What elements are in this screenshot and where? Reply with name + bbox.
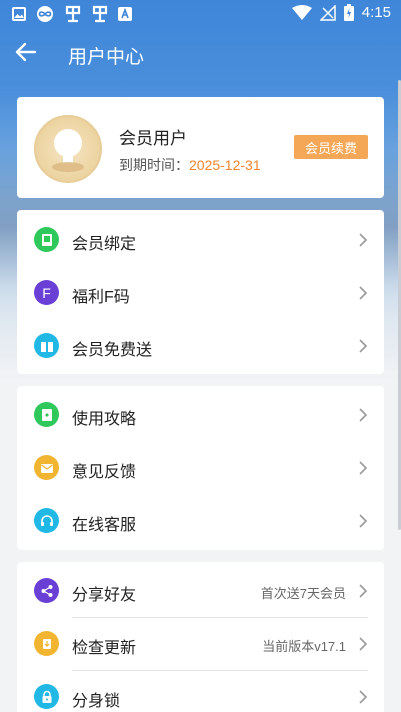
expire-date: 2025-12-31: [189, 157, 261, 173]
menu-item-guide[interactable]: 使用攻略: [17, 388, 384, 441]
chevron-right-icon: [359, 637, 368, 651]
menu-item-fcode[interactable]: F 福利F码: [17, 266, 384, 319]
menu-item-feedback[interactable]: 意见反馈: [17, 441, 384, 494]
menu-group-membership: 会员绑定 F 福利F码 会员免费送: [17, 210, 384, 374]
infinity-icon: [37, 6, 53, 22]
lock-icon: [34, 684, 59, 709]
headset-icon: [34, 508, 59, 533]
page-title: 用户中心: [68, 47, 145, 68]
menu-item-label: 使用攻略: [72, 411, 137, 428]
menu-item-label: 分享好友: [72, 587, 137, 604]
expire-info: 到期时间：2025-12-31: [119, 155, 261, 175]
renew-button[interactable]: 会员续费: [294, 135, 368, 159]
menu-item-share[interactable]: 分享好友 首次送7天会员: [17, 564, 384, 617]
chevron-right-icon: [359, 408, 368, 422]
chevron-right-icon: [359, 690, 368, 704]
chevron-right-icon: [359, 514, 368, 528]
menu-item-label: 分身锁: [72, 693, 121, 710]
bug-icon: [65, 5, 81, 23]
bug-icon: [92, 5, 108, 23]
image-icon: [12, 7, 26, 21]
menu-group-help: 使用攻略 意见反馈 在线客服: [17, 386, 384, 550]
gift-icon: [34, 333, 59, 358]
menu-item-label: 检查更新: [72, 640, 137, 657]
signal-icon: [319, 4, 336, 21]
menu-item-label: 会员免费送: [72, 342, 153, 359]
expire-label: 到期时间：: [119, 157, 189, 173]
status-bar: 4:15: [0, 0, 401, 28]
arrow-left-icon[interactable]: [14, 40, 38, 64]
share-icon: [34, 578, 59, 603]
book-icon: [34, 227, 59, 252]
chevron-right-icon: [359, 584, 368, 598]
menu-item-label: 会员绑定: [72, 236, 137, 253]
chevron-right-icon: [359, 461, 368, 475]
letter-f-icon: F: [34, 280, 59, 305]
menu-item-free-gift[interactable]: 会员免费送: [17, 319, 384, 372]
profile-card: 会员用户 到期时间：2025-12-31 会员续费: [17, 97, 384, 198]
chevron-right-icon: [359, 339, 368, 353]
chevron-right-icon: [359, 286, 368, 300]
menu-item-value: 首次送7天会员: [260, 586, 346, 601]
menu-item-label: 在线客服: [72, 517, 137, 534]
mail-icon: [34, 455, 59, 480]
chevron-right-icon: [359, 233, 368, 247]
menu-item-label: 福利F码: [72, 289, 130, 306]
menu-item-app-lock[interactable]: 分身锁: [17, 670, 384, 712]
update-icon: [34, 631, 59, 656]
menu-group-app: 分享好友 首次送7天会员 检查更新 当前版本v17.1 分身锁: [17, 562, 384, 712]
menu-item-update[interactable]: 检查更新 当前版本v17.1: [17, 617, 384, 670]
bulb-icon: [52, 129, 84, 172]
clock: 4:15: [361, 4, 391, 21]
menu-item-support[interactable]: 在线客服: [17, 494, 384, 547]
a-icon: [118, 7, 132, 21]
battery-icon: [343, 4, 354, 21]
menu-item-value: 当前版本v17.1: [262, 639, 346, 654]
avatar[interactable]: [34, 115, 102, 183]
guide-icon: [34, 402, 59, 427]
menu-item-label: 意见反馈: [72, 464, 137, 481]
top-bar: 用户中心: [0, 28, 401, 78]
menu-item-bind[interactable]: 会员绑定: [17, 213, 384, 266]
wifi-icon: [291, 4, 312, 20]
username: 会员用户: [119, 129, 187, 148]
